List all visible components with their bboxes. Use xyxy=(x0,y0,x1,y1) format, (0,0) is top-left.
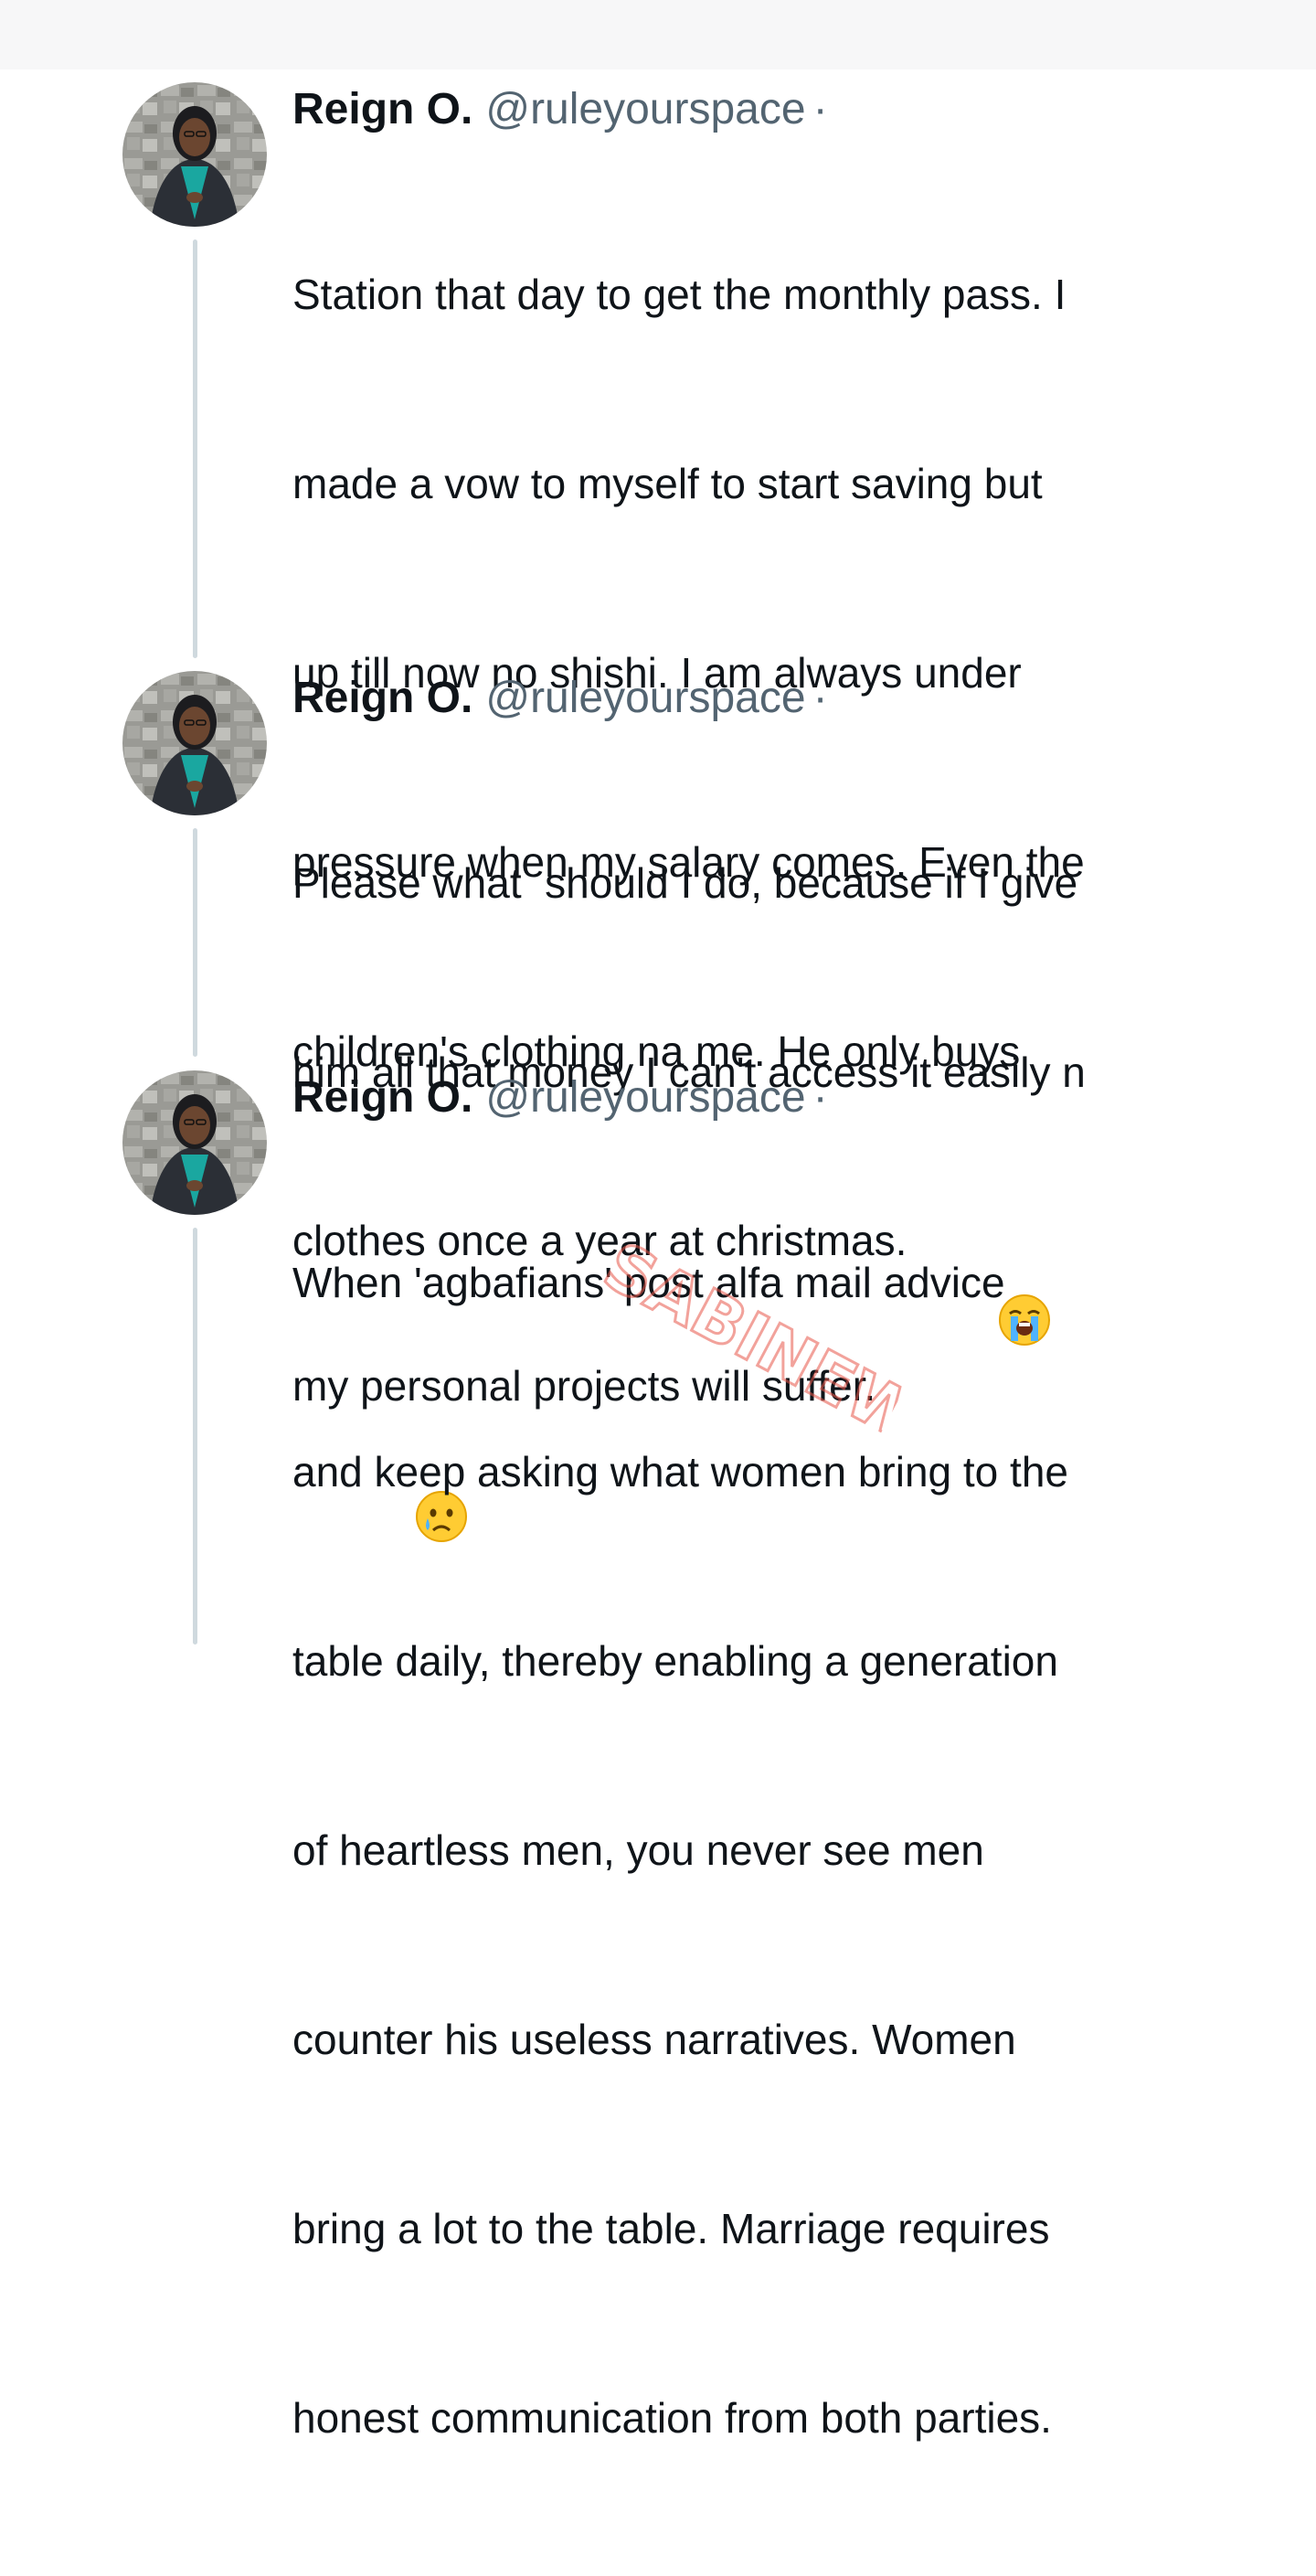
display-name[interactable]: Reign O. xyxy=(292,1070,472,1125)
tweet-body: Reign O. @ruleyourspace · When 'agbafian… xyxy=(292,1070,1225,2576)
tweet-line: of heartless men, you never see men xyxy=(292,1826,984,1874)
tweet-line: When 'agbafians' post alfa mail advice xyxy=(292,1259,1005,1306)
user-handle[interactable]: @ruleyourspace xyxy=(485,1070,805,1125)
display-name[interactable]: Reign O. xyxy=(292,671,472,726)
avatar[interactable] xyxy=(122,671,267,815)
thread-connector xyxy=(193,240,197,658)
tweet-line: Station that day to get the monthly pass… xyxy=(292,271,1067,318)
tweet-line: made a vow to myself to start saving but xyxy=(292,460,1043,507)
tweet-line: counter his useless narratives. Women xyxy=(292,2016,1016,2063)
tweet-line: honest communication from both parties. xyxy=(292,2394,1052,2442)
display-name[interactable]: Reign O. xyxy=(292,82,472,137)
tweet-header: Reign O. @ruleyourspace · xyxy=(292,82,1225,137)
thread-connector xyxy=(193,1228,197,1645)
avatar[interactable] xyxy=(122,1070,267,1215)
top-band xyxy=(0,0,1316,69)
tweet-line: Please what should I do, because if I gi… xyxy=(292,859,1078,907)
user-handle[interactable]: @ruleyourspace xyxy=(485,82,805,137)
tweet-line: bring a lot to the table. Marriage requi… xyxy=(292,2205,1050,2252)
tweet-line: and keep asking what women bring to the xyxy=(292,1448,1068,1496)
tweet-header: Reign O. @ruleyourspace · xyxy=(292,1070,1225,1125)
thread-connector xyxy=(193,828,197,1057)
tweet-line: table daily, thereby enabling a generati… xyxy=(292,1637,1058,1685)
separator-dot: · xyxy=(812,1073,828,1122)
tweet-text: When 'agbafians' post alfa mail advice a… xyxy=(292,1125,1225,2576)
user-handle[interactable]: @ruleyourspace xyxy=(485,671,805,726)
separator-dot: · xyxy=(812,85,828,133)
separator-dot: · xyxy=(812,674,828,722)
avatar[interactable] xyxy=(122,82,267,227)
tweet-header: Reign O. @ruleyourspace · xyxy=(292,671,1225,726)
